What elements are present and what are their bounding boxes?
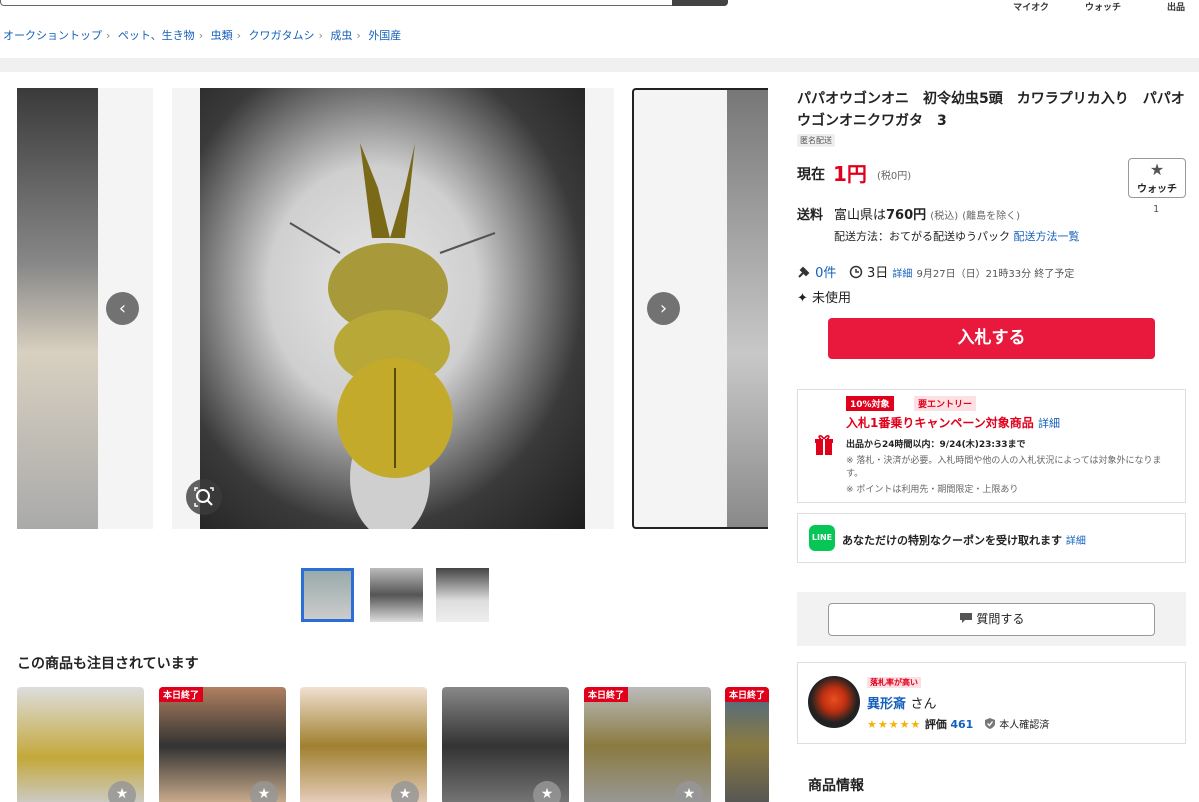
gallery-prev-button[interactable]: ‹ — [106, 292, 139, 325]
star-icon[interactable]: ★ — [675, 781, 703, 802]
shipping-method: 配送方法：おてがる配送ゆうパック 配送方法一覧 — [834, 228, 1080, 244]
star-icon[interactable]: ★ — [108, 781, 136, 802]
line-coupon-message: あなただけの特別なクーポンを受け取れます — [842, 534, 1062, 547]
seller-name: 異形斎 さん — [867, 693, 937, 712]
rating-stars: ★★★★★ — [867, 718, 922, 731]
seller-badge: 落札率が高い — [867, 677, 921, 688]
promo-deadline: 出品から24時間以内：9/24(木)23:33まで — [846, 440, 1026, 450]
seller-rating: ★★★★★ 評価 461 本人確認済 — [867, 716, 1049, 732]
entry-required-badge: 要エントリー — [914, 396, 977, 411]
promo-detail-link[interactable]: 詳細 — [1038, 417, 1060, 430]
seller-name-link[interactable]: 異形斎 — [867, 697, 906, 712]
chevron-left-icon: ‹ — [118, 298, 127, 319]
price-label: 現在 — [797, 167, 825, 183]
gift-icon — [814, 433, 834, 457]
points-badge: 10%対象 — [846, 396, 894, 411]
shield-icon — [984, 718, 1000, 731]
anonymous-shipping-badge: 匿名配送 — [797, 134, 835, 147]
search-button[interactable] — [672, 0, 728, 6]
shipping-info: 富山県は760円 (税込) (離島を除く) — [834, 204, 1020, 223]
verified-label: 本人確認済 — [999, 720, 1050, 731]
related-item[interactable]: ★ — [442, 687, 569, 802]
chevron-right-icon: › — [659, 298, 668, 319]
line-coupon-text: あなただけの特別なクーポンを受け取れます 詳細 — [842, 532, 1086, 548]
time-left: 3日 — [866, 266, 889, 281]
seller-suffix: さん — [910, 697, 937, 712]
gallery-thumbnail[interactable] — [301, 568, 354, 622]
related-item[interactable]: 本日終了 — [725, 687, 769, 802]
promo-title: 入札1番乗りキャンペーン対象商品 詳細 — [846, 414, 1060, 431]
bid-count[interactable]: 0件 — [815, 266, 836, 281]
promo-title-text: 入札1番乗りキャンペーン対象商品 — [846, 416, 1034, 430]
watch-count: 1 — [1153, 204, 1160, 215]
question-button[interactable]: 質問する — [828, 603, 1155, 636]
zoom-button[interactable] — [186, 479, 222, 515]
shipping-prefix: 富山県は — [834, 208, 887, 223]
star-icon[interactable]: ★ — [391, 781, 419, 802]
condition-value: 未使用 — [812, 291, 852, 306]
line-coupon-detail-link[interactable]: 詳細 — [1066, 536, 1086, 547]
breadcrumb-item[interactable]: 成虫 — [330, 29, 352, 42]
shipping-note: (離島を除く) — [962, 211, 1021, 222]
breadcrumb-item[interactable]: 虫類 — [211, 29, 233, 42]
avatar[interactable] — [808, 676, 860, 728]
related-item[interactable]: ★ — [300, 687, 427, 802]
line-icon: LINE — [809, 525, 835, 551]
bid-button[interactable]: 入札する — [828, 318, 1155, 359]
ending-today-badge: 本日終了 — [584, 687, 629, 702]
shipping-methods-link[interactable]: 配送方法一覧 — [1014, 230, 1080, 243]
nav-watch[interactable]: ウォッチ — [1073, 0, 1133, 13]
item-title: パパオウゴンオニ 初令幼虫5頭 カワラプリカ入り パパオウゴンオニクワガタ 3 — [797, 91, 1185, 129]
related-section-title: この商品も注目されています — [17, 656, 199, 672]
breadcrumb-item[interactable]: オークショントップ — [3, 29, 102, 42]
star-icon[interactable]: ★ — [533, 781, 561, 802]
related-item[interactable]: ★ — [17, 687, 144, 802]
current-price: 1円 — [833, 162, 867, 186]
zoom-icon — [194, 487, 214, 507]
related-item[interactable]: 本日終了 ★ — [584, 687, 711, 802]
shipping-method-label: 配送方法：おてがる配送ゆうパック — [834, 230, 1010, 243]
speech-bubble-icon — [959, 612, 977, 626]
promo-note: ※ 落札・決済が必要。入札時間や他の人の入札状況によっては対象外になります。 — [846, 456, 1162, 479]
gallery-thumbnail[interactable] — [436, 568, 489, 622]
rating-label: 評価 — [924, 718, 947, 731]
auction-stats: 0件 3日 詳細 9月27日（日）21時33分 終了予定 — [797, 262, 1074, 281]
gavel-icon — [798, 266, 810, 278]
clock-icon — [849, 265, 863, 279]
breadcrumb: オークショントップ › ペット、生き物 › 虫類 › クワガタムシ › 成虫 › 外国産 — [3, 29, 402, 42]
gallery-next-button[interactable]: › — [647, 292, 680, 325]
ending-today-badge: 本日終了 — [159, 687, 204, 702]
ending-today-badge: 本日終了 — [725, 687, 769, 702]
star-icon: ★ — [1149, 160, 1165, 179]
related-item[interactable]: 本日終了 ★ — [159, 687, 286, 802]
breadcrumb-item[interactable]: ペット、生き物 — [118, 29, 195, 42]
gallery-image-main[interactable] — [200, 88, 585, 529]
item-condition: ✦ 未使用 — [797, 287, 851, 306]
star-icon[interactable]: ★ — [250, 781, 278, 802]
page-divider — [0, 58, 1199, 72]
gallery-thumbnail[interactable] — [370, 568, 423, 622]
watch-button[interactable]: ★ ウォッチ — [1128, 158, 1186, 198]
watch-label: ウォッチ — [1137, 184, 1177, 195]
nav-sell[interactable]: 出品 — [1146, 0, 1199, 13]
end-time: 9月27日（日）21時33分 終了予定 — [916, 269, 1075, 280]
search-input[interactable] — [0, 0, 728, 6]
breadcrumb-item[interactable]: 外国産 — [368, 29, 401, 42]
question-button-label: 質問する — [976, 612, 1025, 626]
time-detail-link[interactable]: 詳細 — [892, 269, 912, 280]
shipping-label: 送料 — [797, 208, 824, 223]
shipping-tax: (税込) — [930, 211, 959, 222]
breadcrumb-item[interactable]: クワガタムシ — [249, 29, 315, 42]
product-info-heading: 商品情報 — [808, 778, 864, 794]
price-tax: (税0円) — [877, 171, 912, 182]
promo-note: ※ ポイントは利用先・期間限定・上限あり — [846, 485, 1019, 495]
beetle-photo — [289, 143, 496, 529]
shipping-price: 760円 — [886, 208, 927, 223]
rating-count-link[interactable]: 461 — [950, 718, 973, 731]
nav-myauction[interactable]: マイオク — [1001, 0, 1061, 13]
sparkle-icon: ✦ — [797, 291, 808, 306]
